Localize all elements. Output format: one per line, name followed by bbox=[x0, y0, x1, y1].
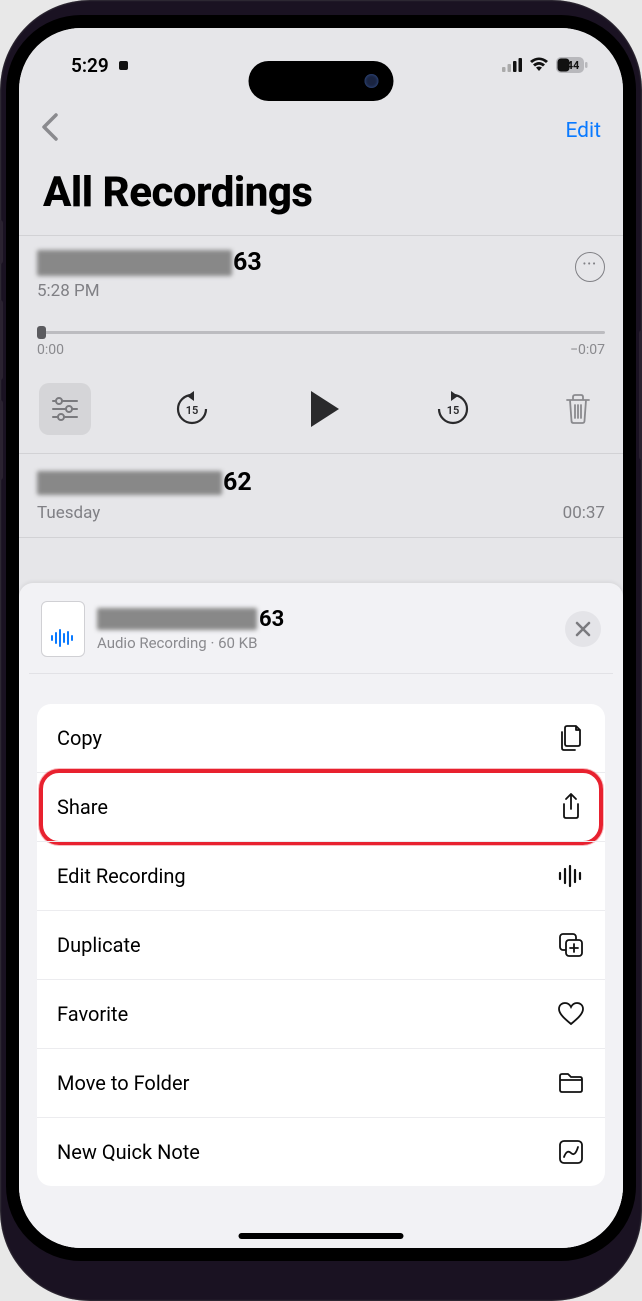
recording-timestamp: 5:28 PM bbox=[37, 281, 262, 301]
menu-label: New Quick Note bbox=[57, 1140, 200, 1164]
recording-duration: 00:37 bbox=[563, 503, 605, 523]
close-button[interactable] bbox=[565, 611, 601, 647]
recording-title-suffix: 63 bbox=[233, 248, 262, 277]
play-button[interactable] bbox=[292, 384, 352, 434]
recording-item-expanded[interactable]: 63 5:28 PM ••• 0:00 −0:07 bbox=[19, 236, 623, 454]
remaining-time: −0:07 bbox=[570, 342, 605, 358]
duplicate-icon bbox=[557, 931, 585, 959]
volume-up-button bbox=[0, 300, 3, 380]
menu-copy[interactable]: Copy bbox=[37, 704, 605, 772]
menu-favorite[interactable]: Favorite bbox=[37, 979, 605, 1048]
menu-share[interactable]: Share bbox=[37, 772, 605, 841]
side-button bbox=[0, 220, 3, 264]
status-time: 5:29 bbox=[71, 54, 109, 77]
back-button[interactable] bbox=[41, 113, 59, 149]
tutorial-highlight bbox=[39, 769, 603, 845]
menu-move-to-folder[interactable]: Move to Folder bbox=[37, 1048, 605, 1117]
delete-button[interactable] bbox=[553, 384, 603, 434]
skip-forward-15-button[interactable]: 15 bbox=[428, 384, 478, 434]
device-frame: 5:29 44 bbox=[0, 0, 642, 1301]
recording-title-suffix: 62 bbox=[223, 468, 252, 497]
menu-duplicate[interactable]: Duplicate bbox=[37, 910, 605, 979]
svg-text:44: 44 bbox=[567, 59, 580, 72]
folder-icon bbox=[557, 1069, 585, 1097]
context-menu: Copy Share Edit Recording bbox=[37, 704, 605, 1186]
context-menu-sheet: 63 Audio Recording · 60 KB Copy bbox=[19, 583, 623, 1248]
menu-label: Edit Recording bbox=[57, 864, 186, 888]
share-icon bbox=[557, 793, 585, 821]
menu-label: Copy bbox=[57, 726, 102, 750]
audio-file-icon bbox=[41, 601, 85, 657]
recording-item[interactable]: 62 Tuesday 00:37 bbox=[19, 454, 623, 538]
menu-label: Duplicate bbox=[57, 933, 141, 957]
volume-down-button bbox=[0, 400, 3, 480]
screen-bezel: 5:29 44 bbox=[6, 15, 636, 1261]
copy-icon bbox=[557, 724, 585, 752]
edit-button[interactable]: Edit bbox=[565, 119, 601, 143]
svg-text:15: 15 bbox=[185, 404, 198, 417]
battery-icon: 44 bbox=[556, 57, 588, 73]
skip-back-15-button[interactable]: 15 bbox=[167, 384, 217, 434]
camera-indicator-icon bbox=[119, 61, 128, 70]
redacted-title bbox=[97, 608, 257, 630]
home-indicator[interactable] bbox=[239, 1233, 404, 1239]
elapsed-time: 0:00 bbox=[37, 342, 64, 358]
playhead[interactable] bbox=[37, 326, 46, 339]
menu-label: Move to Folder bbox=[57, 1071, 189, 1095]
waveform-icon bbox=[557, 862, 585, 890]
page-title: All Recordings bbox=[19, 158, 623, 235]
playback-scrubber[interactable]: 0:00 −0:07 bbox=[37, 331, 605, 358]
redacted-title bbox=[37, 250, 232, 276]
recordings-list: 63 5:28 PM ••• 0:00 −0:07 bbox=[19, 235, 623, 538]
playback-settings-button[interactable] bbox=[39, 383, 91, 435]
redacted-title bbox=[37, 471, 222, 495]
dynamic-island bbox=[249, 61, 394, 101]
quick-note-icon bbox=[557, 1138, 585, 1166]
heart-icon bbox=[557, 1000, 585, 1028]
more-options-button[interactable]: ••• bbox=[575, 252, 605, 282]
sheet-title-suffix: 63 bbox=[259, 607, 284, 632]
wifi-icon bbox=[529, 54, 549, 77]
menu-new-quick-note[interactable]: New Quick Note bbox=[37, 1117, 605, 1186]
menu-label: Share bbox=[57, 795, 108, 819]
cellular-icon bbox=[502, 54, 522, 77]
menu-label: Favorite bbox=[57, 1002, 128, 1026]
svg-text:15: 15 bbox=[446, 404, 459, 417]
recording-day: Tuesday bbox=[37, 503, 100, 523]
sheet-subtitle: Audio Recording · 60 KB bbox=[97, 634, 553, 652]
menu-edit-recording[interactable]: Edit Recording bbox=[37, 841, 605, 910]
screen: 5:29 44 bbox=[19, 28, 623, 1248]
